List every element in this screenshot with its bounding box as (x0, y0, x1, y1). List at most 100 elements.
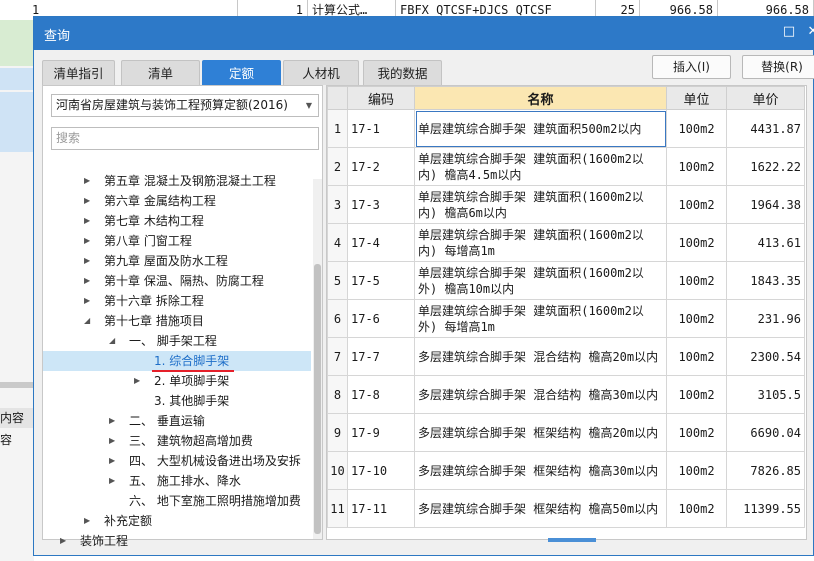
code-cell[interactable]: 17-10 (347, 451, 415, 490)
unit-cell[interactable]: 100m2 (666, 147, 727, 186)
unit-cell[interactable]: 100m2 (666, 185, 727, 224)
quota-library-select[interactable]: 河南省房屋建筑与装饰工程预算定额(2016) ▼ (51, 94, 319, 117)
tree-item[interactable]: ▶ 三、 建筑物超高增加费 (43, 431, 311, 451)
expand-arrow-icon[interactable]: ▶ (109, 431, 115, 451)
table-row[interactable]: 3 17-3 单层建筑综合脚手架 建筑面积(1600m2以内) 檐高6m以内 100m… (327, 185, 805, 224)
tree-scrollbar[interactable] (313, 179, 322, 539)
name-cell[interactable]: 多层建筑综合脚手架 混合结构 檐高30m以内 (414, 375, 667, 414)
price-cell[interactable]: 1622.22 (726, 147, 805, 186)
table-row[interactable]: 5 17-5 单层建筑综合脚手架 建筑面积(1600m2以外) 檐高10m以内 100… (327, 261, 805, 300)
unit-cell[interactable]: 100m2 (666, 413, 727, 452)
collapse-arrow-icon[interactable]: ◢ (109, 331, 115, 351)
price-cell[interactable]: 6690.04 (726, 413, 805, 452)
table-row[interactable]: 2 17-2 单层建筑综合脚手架 建筑面积(1600m2以内) 檐高4.5m以内 10… (327, 147, 805, 186)
expand-arrow-icon[interactable]: ▶ (84, 511, 90, 531)
unit-cell[interactable]: 100m2 (666, 223, 727, 262)
tree-item[interactable]: ▶ 二、 垂直运输 (43, 411, 311, 431)
table-row[interactable]: 6 17-6 单层建筑综合脚手架 建筑面积(1600m2以外) 每增高1m 100m2… (327, 299, 805, 338)
tree-item[interactable]: ▶ 装饰工程 (43, 531, 311, 551)
tree-item[interactable]: 六、 地下室施工照明措施增加费 (43, 491, 311, 511)
collapse-arrow-icon[interactable]: ◢ (84, 311, 90, 331)
tab-labor-material-machine[interactable]: 人材机 (283, 60, 359, 85)
tree-item[interactable]: ▶ 五、 施工排水、降水 (43, 471, 311, 491)
price-cell[interactable]: 3105.5 (726, 375, 805, 414)
name-cell[interactable]: 单层建筑综合脚手架 建筑面积(1600m2以内) 每增高1m (414, 223, 667, 262)
unit-cell[interactable]: 100m2 (666, 299, 727, 338)
unit-cell[interactable]: 100m2 (666, 375, 727, 414)
price-cell[interactable]: 2300.54 (726, 337, 805, 376)
price-cell[interactable]: 413.61 (726, 223, 805, 262)
unit-cell[interactable]: 100m2 (666, 109, 727, 148)
scrollbar-thumb[interactable] (314, 264, 321, 534)
expand-arrow-icon[interactable]: ▶ (84, 231, 90, 251)
tree-item[interactable]: ▶ 2. 单项脚手架 (43, 371, 311, 391)
code-cell[interactable]: 17-3 (347, 185, 415, 224)
close-icon[interactable]: ✕ (804, 23, 814, 41)
table-row[interactable]: 1 17-1 单层建筑综合脚手架 建筑面积500m2以内 100m2 4431.87 (327, 109, 805, 148)
tree-item[interactable]: ▶ 第九章 屋面及防水工程 (43, 251, 311, 271)
expand-arrow-icon[interactable]: ▶ (84, 291, 90, 311)
tab-bill[interactable]: 清单 (121, 60, 200, 85)
dialog-titlebar[interactable]: 查询 □ ✕ (34, 17, 814, 50)
restore-icon[interactable]: □ (780, 23, 798, 41)
code-cell[interactable]: 17-6 (347, 299, 415, 338)
expand-arrow-icon[interactable]: ▶ (84, 191, 90, 211)
name-cell[interactable]: 单层建筑综合脚手架 建筑面积(1600m2以内) 檐高4.5m以内 (414, 147, 667, 186)
expand-arrow-icon[interactable]: ▶ (84, 271, 90, 291)
header-code[interactable]: 编码 (347, 86, 415, 110)
tree-item[interactable]: ▶ 第十六章 拆除工程 (43, 291, 311, 311)
name-cell[interactable]: 单层建筑综合脚手架 建筑面积(1600m2以外) 檐高10m以内 (414, 261, 667, 300)
unit-cell[interactable]: 100m2 (666, 337, 727, 376)
unit-cell[interactable]: 100m2 (666, 261, 727, 300)
expand-arrow-icon[interactable]: ▶ (109, 451, 115, 471)
name-cell[interactable]: 多层建筑综合脚手架 框架结构 檐高30m以内 (414, 451, 667, 490)
tree-item[interactable]: ▶ 第十章 保温、隔热、防腐工程 (43, 271, 311, 291)
header-price[interactable]: 单价 (726, 86, 805, 110)
name-cell[interactable]: 多层建筑综合脚手架 框架结构 檐高50m以内 (414, 489, 667, 528)
header-name[interactable]: 名称 (414, 86, 667, 110)
tree-item[interactable]: ▶ 第七章 木结构工程 (43, 211, 311, 231)
name-cell[interactable]: 单层建筑综合脚手架 建筑面积500m2以内 (414, 109, 667, 148)
table-row[interactable]: 4 17-4 单层建筑综合脚手架 建筑面积(1600m2以内) 每增高1m 100m2… (327, 223, 805, 262)
expand-arrow-icon[interactable]: ▶ (84, 251, 90, 271)
unit-cell[interactable]: 100m2 (666, 489, 727, 528)
code-cell[interactable]: 17-8 (347, 375, 415, 414)
table-resize-handle[interactable] (326, 538, 807, 544)
table-row[interactable]: 11 17-11 多层建筑综合脚手架 框架结构 檐高50m以内 100m2 11399.… (327, 489, 805, 528)
code-cell[interactable]: 17-4 (347, 223, 415, 262)
table-row[interactable]: 8 17-8 多层建筑综合脚手架 混合结构 檐高30m以内 100m2 3105.5 (327, 375, 805, 414)
replace-button[interactable]: 替换(R) (742, 55, 814, 79)
price-cell[interactable]: 7826.85 (726, 451, 805, 490)
expand-arrow-icon[interactable]: ▶ (84, 171, 90, 191)
tree-item[interactable]: ▶ 补充定额 (43, 511, 311, 531)
insert-button[interactable]: 插入(I) (652, 55, 731, 79)
name-cell[interactable]: 单层建筑综合脚手架 建筑面积(1600m2以内) 檐高6m以内 (414, 185, 667, 224)
price-cell[interactable]: 4431.87 (726, 109, 805, 148)
resize-grip-icon[interactable] (548, 538, 596, 542)
unit-cell[interactable]: 100m2 (666, 451, 727, 490)
tab-quota[interactable]: 定额 (202, 60, 281, 85)
tree-item[interactable]: ▶ 第八章 门窗工程 (43, 231, 311, 251)
name-cell[interactable]: 多层建筑综合脚手架 框架结构 檐高20m以内 (414, 413, 667, 452)
code-cell[interactable]: 17-9 (347, 413, 415, 452)
tree-item[interactable]: ▶ 第六章 金属结构工程 (43, 191, 311, 211)
search-input[interactable]: 搜索 (51, 127, 319, 150)
code-cell[interactable]: 17-2 (347, 147, 415, 186)
table-row[interactable]: 10 17-10 多层建筑综合脚手架 框架结构 檐高30m以内 100m2 7826.8… (327, 451, 805, 490)
expand-arrow-icon[interactable]: ▶ (109, 471, 115, 491)
price-cell[interactable]: 231.96 (726, 299, 805, 338)
tree-item[interactable]: ◢ 第十七章 措施项目 (43, 311, 311, 331)
tree-item[interactable]: ▶ 第五章 混凝土及钢筋混凝土工程 (43, 171, 311, 191)
tree-item[interactable]: ▶ 四、 大型机械设备进出场及安拆 (43, 451, 311, 471)
table-row[interactable]: 9 17-9 多层建筑综合脚手架 框架结构 檐高20m以内 100m2 6690.04 (327, 413, 805, 452)
price-cell[interactable]: 1964.38 (726, 185, 805, 224)
tab-bill-guide[interactable]: 清单指引 (42, 60, 115, 85)
expand-arrow-icon[interactable]: ▶ (60, 531, 66, 551)
table-row[interactable]: 7 17-7 多层建筑综合脚手架 混合结构 檐高20m以内 100m2 2300.54 (327, 337, 805, 376)
name-cell[interactable]: 多层建筑综合脚手架 混合结构 檐高20m以内 (414, 337, 667, 376)
name-cell[interactable]: 单层建筑综合脚手架 建筑面积(1600m2以外) 每增高1m (414, 299, 667, 338)
price-cell[interactable]: 11399.55 (726, 489, 805, 528)
code-cell[interactable]: 17-7 (347, 337, 415, 376)
expand-arrow-icon[interactable]: ▶ (109, 411, 115, 431)
tree-item[interactable]: ◢ 一、 脚手架工程 (43, 331, 311, 351)
